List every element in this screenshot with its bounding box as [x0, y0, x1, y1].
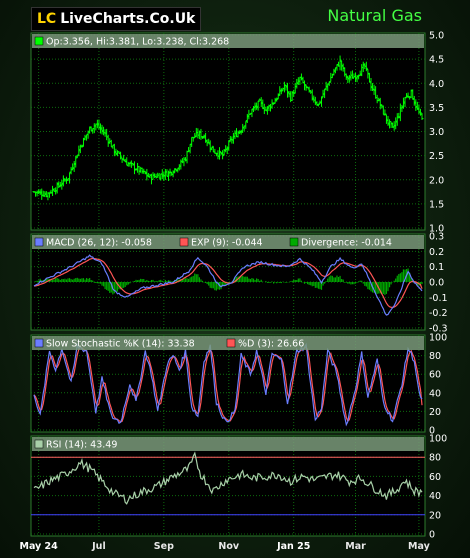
legend-swatch — [289, 237, 299, 247]
y-tick-label: 60 — [429, 472, 441, 483]
y-tick-label: 80 — [429, 453, 441, 464]
y-tick-label: 0.0 — [429, 278, 444, 289]
y-tick-label: 100 — [429, 333, 447, 344]
chart-frame: LC LiveCharts.Co.Uk Natural Gas 5.0 4.5 4.0… — [0, 0, 470, 558]
y-tick-label: 3.5 — [429, 103, 444, 114]
y-tick-label: 40 — [429, 388, 441, 399]
legend-bar: RSI (14): 43.49 — [32, 437, 424, 451]
stochastic-d-legend-label: %D (3): 26.66 — [238, 339, 304, 350]
x-axis: May 24 Jul Sep Nov Jan 25 Mar May — [19, 541, 430, 552]
macd-legend-label: MACD (26, 12): -0.058 — [46, 238, 152, 249]
y-tick-label: 20 — [429, 510, 441, 521]
y-tick-label: 3.0 — [429, 127, 444, 138]
x-tick-label: May — [408, 541, 431, 552]
price-legend-label: Op:3.356, Hi:3.381, Lo:3.238, Cl:3.268 — [46, 37, 229, 48]
legend-swatch — [226, 338, 236, 348]
legend-swatch — [34, 36, 44, 46]
x-tick-label: May 24 — [19, 541, 58, 552]
x-tick-label: Nov — [218, 541, 239, 552]
y-tick-label: 0 — [429, 530, 435, 541]
x-tick-label: Jan 25 — [276, 541, 310, 552]
y-tick-label: 60 — [429, 370, 441, 381]
legend-bar: Slow Stochastic %K (14): 33.38 %D (3): 26… — [32, 336, 424, 350]
y-tick-label: 0.3 — [429, 232, 444, 243]
y-tick-label: 100 — [429, 434, 447, 445]
y-tick-label: 2.0 — [429, 175, 444, 186]
chart-canvas: 5.04.54.03.53.02.52.01.51.00.30.20.10.0-… — [19, 31, 448, 553]
legend-bar: MACD (26, 12): -0.058 EXP (9): -0.044 Dive… — [32, 235, 424, 249]
legend-swatch — [34, 237, 44, 247]
y-tick-label: 4.0 — [429, 79, 444, 90]
y-tick-label: 0.1 — [429, 262, 444, 273]
y-tick-label: 1.5 — [429, 199, 444, 210]
y-tick-label: 0.2 — [429, 247, 444, 258]
stochastic-k-legend-label: Slow Stochastic %K (14): 33.38 — [46, 339, 195, 350]
legend-bar: Op:3.356, Hi:3.381, Lo:3.238, Cl:3.268 — [32, 34, 424, 48]
legend-swatch — [34, 439, 44, 449]
x-tick-label: Sep — [154, 541, 174, 552]
divergence-legend-label: Divergence: -0.014 — [301, 238, 392, 249]
y-tick-label: 2.5 — [429, 151, 444, 162]
x-tick-label: Mar — [345, 541, 366, 552]
y-tick-label: 40 — [429, 491, 441, 502]
signal-legend-label: EXP (9): -0.044 — [191, 238, 263, 249]
y-tick-label: 4.5 — [429, 55, 444, 66]
y-tick-label: -0.2 — [429, 308, 448, 319]
y-tick-label: 20 — [429, 407, 441, 418]
rsi-legend-label: RSI (14): 43.49 — [46, 440, 117, 451]
legend-swatch — [34, 338, 44, 348]
legend-swatch — [179, 237, 189, 247]
y-tick-label: -0.1 — [429, 293, 448, 304]
x-tick-label: Jul — [91, 541, 106, 552]
y-tick-label: 5.0 — [429, 31, 444, 42]
y-tick-label: 80 — [429, 351, 441, 362]
